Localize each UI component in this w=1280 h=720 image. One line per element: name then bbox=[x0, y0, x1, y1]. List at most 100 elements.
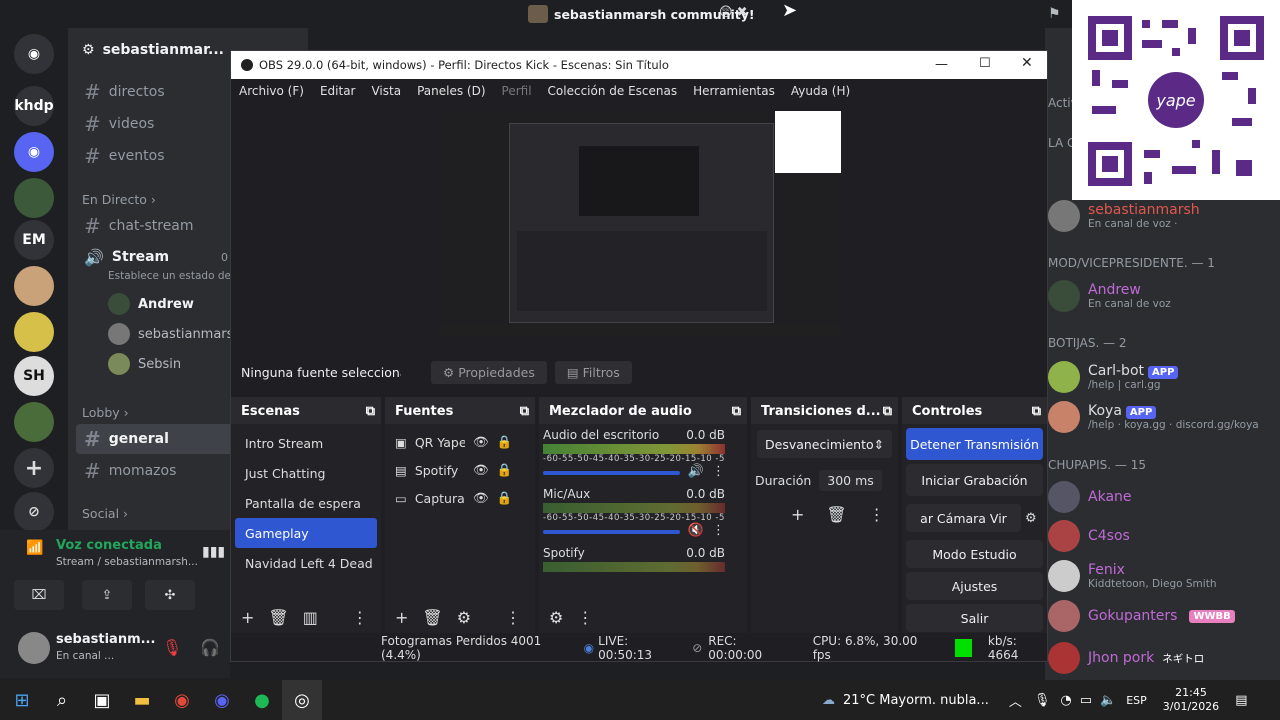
inbox-icon[interactable]: ⚑ bbox=[1048, 6, 1061, 22]
menu-paneles[interactable]: Paneles (D) bbox=[409, 84, 493, 98]
menu-archivo[interactable]: Archivo (F) bbox=[231, 84, 312, 98]
speaker-icon[interactable]: 🔊 bbox=[688, 464, 704, 479]
obs-taskbar-icon[interactable]: ◎ bbox=[282, 680, 322, 720]
spotify-icon[interactable]: ● bbox=[242, 680, 282, 720]
eye-icon[interactable]: 👁 bbox=[473, 434, 489, 450]
discord-home-icon[interactable]: ◉ bbox=[14, 34, 54, 74]
more-icon[interactable]: ⋮ bbox=[869, 505, 885, 524]
camera-off-icon[interactable]: ⌧ bbox=[14, 580, 64, 610]
undock-icon[interactable]: ⧉ bbox=[732, 404, 741, 419]
server-header[interactable]: ⚙sebastianmar...⌄ bbox=[82, 42, 244, 58]
voice-user[interactable]: sebastianmarsh bbox=[108, 323, 242, 345]
maximize-icon[interactable]: ☐ bbox=[979, 56, 991, 71]
notifications-icon[interactable]: ▤ bbox=[1235, 693, 1247, 708]
member-user[interactable]: Akane bbox=[1048, 481, 1132, 513]
volume-slider[interactable] bbox=[543, 470, 680, 475]
speaker-muted-icon[interactable]: 🔇 bbox=[688, 523, 704, 538]
clock[interactable]: 21:45 3/01/2026 bbox=[1163, 686, 1219, 714]
menu-editar[interactable]: Editar bbox=[312, 84, 364, 98]
server-avatar-2[interactable] bbox=[14, 266, 54, 306]
add-icon[interactable]: + bbox=[791, 505, 804, 524]
undock-icon[interactable]: ⧉ bbox=[1032, 404, 1041, 419]
category-social[interactable]: Social › bbox=[82, 506, 128, 521]
more-icon[interactable]: ⋮ bbox=[352, 608, 368, 627]
screen-share-icon[interactable]: ⇪ bbox=[82, 580, 132, 610]
search-icon[interactable]: ⌕ bbox=[42, 680, 82, 720]
menu-vista[interactable]: Vista bbox=[363, 84, 409, 98]
chrome-icon[interactable]: ◉ bbox=[162, 680, 202, 720]
source-item[interactable]: ▭ Captura c 👁 🔒 bbox=[389, 484, 531, 512]
trash-icon[interactable]: 🗑 bbox=[422, 608, 442, 627]
wifi-icon[interactable]: ◔ bbox=[1060, 693, 1071, 708]
server-avatar-3[interactable] bbox=[14, 312, 54, 352]
more-icon[interactable]: ⋮ bbox=[712, 464, 725, 479]
scene-filter-icon[interactable]: ▥ bbox=[303, 608, 318, 627]
server-discord[interactable]: ◉ bbox=[14, 132, 54, 172]
language-indicator[interactable]: ESP bbox=[1126, 694, 1147, 707]
lock-icon[interactable]: 🔒 bbox=[497, 462, 513, 478]
duration-input[interactable]: 300 ms bbox=[819, 470, 882, 491]
trash-icon[interactable]: 🗑 bbox=[826, 505, 846, 524]
avatar[interactable] bbox=[18, 632, 50, 664]
properties-button[interactable]: ⚙ Propiedades bbox=[431, 360, 547, 384]
discord-taskbar-icon[interactable]: ◉ bbox=[202, 680, 242, 720]
volume-slider[interactable] bbox=[543, 529, 680, 534]
member-user[interactable]: Gokupanters WWBB bbox=[1048, 600, 1235, 632]
menu-herramientas[interactable]: Herramientas bbox=[685, 84, 783, 98]
eye-icon[interactable]: 👁 bbox=[473, 462, 489, 478]
more-icon[interactable]: ⋮ bbox=[712, 523, 725, 538]
task-view-icon[interactable]: ▣ bbox=[82, 680, 122, 720]
scene-item-selected[interactable]: Gameplay bbox=[235, 518, 377, 548]
virtual-camera-button[interactable]: ar Cámara Vir bbox=[906, 504, 1021, 532]
scene-item[interactable]: Navidad Left 4 Dead bbox=[235, 548, 377, 578]
member-bot[interactable]: Carl-bot APP/help | carl.gg bbox=[1048, 361, 1179, 393]
server-avatar-4[interactable] bbox=[14, 402, 54, 442]
tray-chevron-icon[interactable]: ︿ bbox=[1009, 691, 1022, 710]
stop-stream-button[interactable]: Detener Transmisión bbox=[906, 428, 1043, 460]
windows-start-icon[interactable]: ⊞ bbox=[2, 680, 42, 720]
server-khdp[interactable]: khdp bbox=[14, 86, 54, 126]
more-icon[interactable]: ⋮ bbox=[577, 608, 593, 627]
start-recording-button[interactable]: Iniciar Grabación bbox=[906, 464, 1043, 496]
filters-button[interactable]: ▤ Filtros bbox=[554, 360, 632, 384]
scene-item[interactable]: Just Chatting bbox=[235, 458, 377, 488]
add-icon[interactable]: + bbox=[241, 608, 254, 627]
headphones-icon[interactable]: 🎧 bbox=[200, 638, 220, 657]
server-avatar-1[interactable] bbox=[14, 178, 54, 218]
volume-icon[interactable]: 🔈 bbox=[1100, 693, 1116, 708]
mic-muted-icon[interactable]: 🎙 bbox=[162, 638, 182, 657]
undock-icon[interactable]: ⧉ bbox=[520, 404, 529, 419]
exit-button[interactable]: Salir bbox=[906, 604, 1043, 632]
category-en-directo[interactable]: En Directo › bbox=[82, 192, 156, 207]
add-server-icon[interactable]: + bbox=[14, 448, 54, 488]
studio-mode-button[interactable]: Modo Estudio bbox=[906, 540, 1043, 568]
undock-icon[interactable]: ⧉ bbox=[883, 404, 892, 419]
member-user[interactable]: Jhon pork ネギトロ bbox=[1048, 642, 1204, 674]
lock-icon[interactable]: 🔒 bbox=[497, 490, 513, 506]
voice-user[interactable]: Sebsin bbox=[108, 353, 181, 375]
transition-select[interactable]: Desvanecimiento ⇕ bbox=[757, 430, 892, 458]
menu-perfil[interactable]: Perfil bbox=[494, 84, 540, 98]
member-bot[interactable]: Koya APP/help · koya.gg · discord.gg/koya bbox=[1048, 401, 1259, 433]
server-em[interactable]: EM bbox=[14, 220, 54, 260]
weather-text[interactable]: 21°C Mayorm. nubla... bbox=[843, 693, 989, 708]
lock-icon[interactable]: 🔒 bbox=[497, 434, 513, 450]
trash-icon[interactable]: 🗑 bbox=[268, 608, 288, 627]
close-icon[interactable]: ✕ bbox=[1021, 55, 1033, 71]
settings-button[interactable]: Ajustes bbox=[906, 572, 1043, 600]
scene-item[interactable]: Intro Stream bbox=[235, 428, 377, 458]
minimize-icon[interactable]: — bbox=[935, 57, 948, 72]
gear-icon[interactable]: ⚙ bbox=[457, 608, 471, 627]
undock-icon[interactable]: ⧉ bbox=[366, 404, 375, 419]
scene-item[interactable]: Pantalla de espera bbox=[235, 488, 377, 518]
add-icon[interactable]: + bbox=[395, 608, 408, 627]
obs-preview[interactable] bbox=[439, 111, 841, 337]
member-user[interactable]: C4sos bbox=[1048, 520, 1130, 552]
battery-icon[interactable]: ▭ bbox=[1080, 693, 1092, 708]
menu-coleccion[interactable]: Colección de Escenas bbox=[540, 84, 686, 98]
source-item[interactable]: ▤ Spotify 👁 🔒 bbox=[389, 456, 531, 484]
category-lobby[interactable]: Lobby › bbox=[82, 405, 129, 420]
activities-icon[interactable]: ✣ bbox=[145, 580, 195, 610]
source-item[interactable]: ▣ QR Yape 👁 🔒 bbox=[389, 428, 531, 456]
file-explorer-icon[interactable]: ▬ bbox=[122, 680, 162, 720]
